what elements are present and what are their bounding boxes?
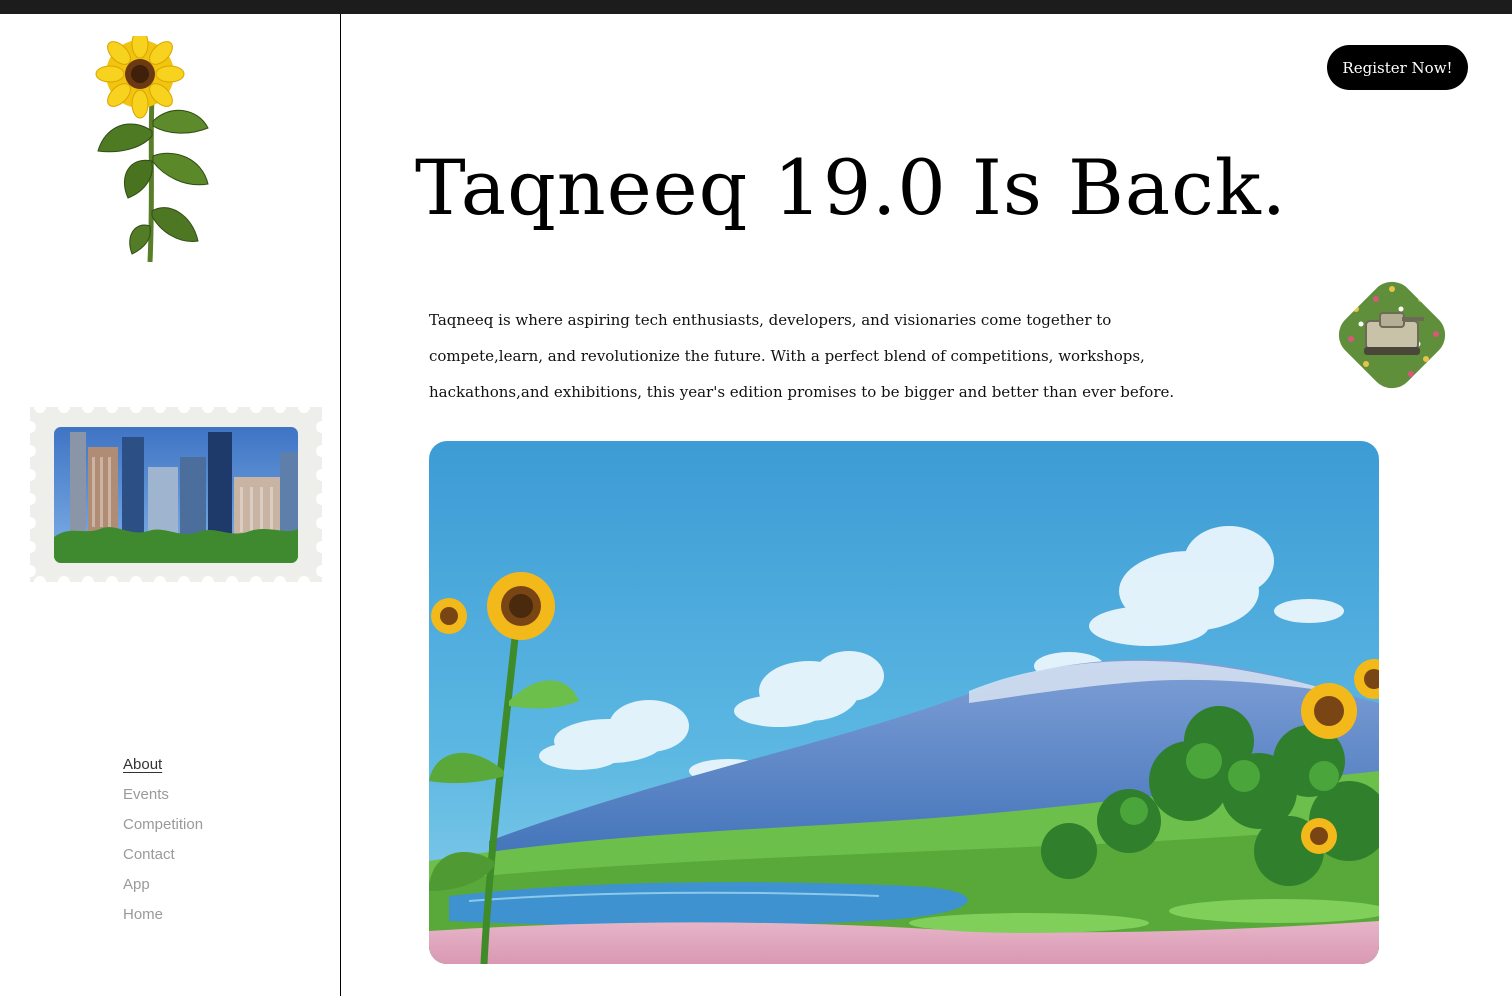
nav-item-home[interactable]: Home <box>123 904 163 926</box>
page-title: Taqneeq 19.0 Is Back. <box>415 143 1287 232</box>
nav-item-events[interactable]: Events <box>123 784 169 806</box>
intro-paragraph: Taqneeq is where aspiring tech enthusias… <box>429 311 1175 401</box>
city-stamp-image <box>30 407 322 582</box>
nav-item-app[interactable]: App <box>123 874 150 896</box>
sidebar: About Events Competition Contact App Hom… <box>0 14 341 996</box>
window-top-bar <box>0 0 1512 14</box>
sidebar-nav: About Events Competition Contact App Hom… <box>123 754 203 934</box>
diamond-tank-image <box>1329 272 1455 398</box>
nav-item-contact[interactable]: Contact <box>123 844 175 866</box>
nav-item-about[interactable]: About <box>123 754 162 776</box>
nav-item-competition[interactable]: Competition <box>123 814 203 836</box>
register-button[interactable]: Register Now! <box>1327 45 1468 90</box>
sunflower-illustration <box>95 36 209 262</box>
landscape-hero-image <box>429 441 1379 964</box>
